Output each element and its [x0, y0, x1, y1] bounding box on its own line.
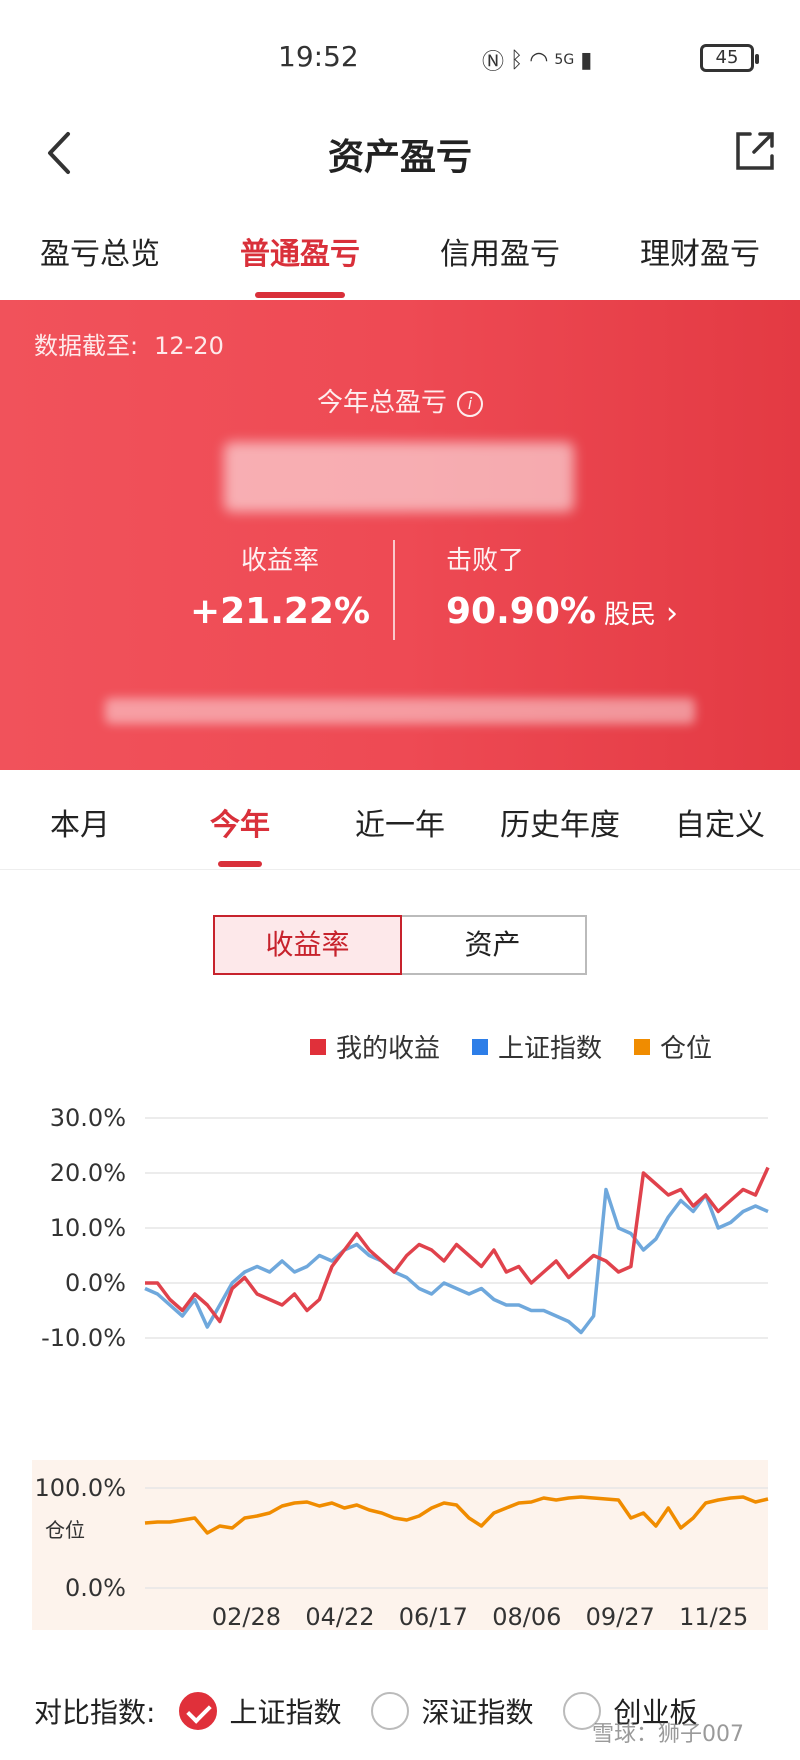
- blurred-info-line: [105, 698, 695, 724]
- tab-this-year[interactable]: 今年: [160, 770, 320, 869]
- chart-area: 30.0% 20.0% 10.0% 0.0% -10.0% 100.0% 0.0% 仓位 02/…: [0, 1100, 800, 1640]
- nav-bar: 资产盈亏: [0, 110, 800, 200]
- check-icon: [179, 1692, 218, 1730]
- series-line-my-return: [145, 1166, 770, 1324]
- y-tick-label: 20.0%: [50, 1159, 126, 1187]
- legend-swatch-blue: [472, 1038, 489, 1055]
- tab-month[interactable]: 本月: [0, 770, 160, 869]
- total-pl-blurred: [224, 442, 574, 512]
- y-tick-label: 10.0%: [50, 1214, 126, 1242]
- signal-icon: ▮: [580, 47, 593, 73]
- x-tick-label: 06/17: [399, 1603, 468, 1631]
- chevron-right-icon: ›: [665, 596, 678, 631]
- x-tick-label: 08/06: [492, 1603, 561, 1631]
- legend-my-return: 我的收益: [310, 1028, 440, 1065]
- legend-label: 仓位: [660, 1034, 713, 1064]
- legend-swatch-orange: [634, 1038, 651, 1055]
- period-tabs: 本月 今年 近一年 历史年度 自定义: [0, 770, 800, 870]
- series-line-index: [144, 1187, 769, 1335]
- return-value: +21.22%: [189, 591, 371, 632]
- summary-banner: 数据截至: 12-20 今年总盈亏 i 收益率 +21.22% 击败了 90.90%…: [0, 300, 800, 770]
- y-tick-label: -10.0%: [41, 1324, 126, 1352]
- radio-circle-icon: [371, 1692, 410, 1730]
- year-total-label: 今年总盈亏 i: [0, 382, 800, 419]
- beat-label: 击败了: [446, 546, 525, 576]
- toggle-return-button[interactable]: 收益率: [213, 915, 402, 975]
- nfc-icon: Ⓝ: [482, 50, 505, 75]
- y-tick-label: 0.0%: [65, 1574, 126, 1602]
- tab-overview[interactable]: 盈亏总览: [0, 205, 200, 300]
- wifi-icon: ◠: [529, 47, 549, 73]
- radio-label: 上证指数: [229, 1696, 342, 1729]
- toggle-asset-button[interactable]: 资产: [400, 917, 585, 973]
- tab-wealth[interactable]: 理财盈亏: [600, 205, 800, 300]
- beat-value-row: 90.90% 股民 ›: [446, 591, 710, 632]
- return-stat: 收益率 +21.22%: [130, 540, 430, 632]
- tab-last-year[interactable]: 近一年: [320, 770, 480, 869]
- legend-label: 上证指数: [498, 1034, 603, 1064]
- status-bar: 19:52 Ⓝ ᛒ ◠ 5G ▮ 45: [0, 0, 800, 110]
- data-date: 数据截至: 12-20: [34, 326, 224, 361]
- bluetooth-icon: ᛒ: [510, 47, 524, 73]
- x-tick-label: 02/28: [212, 1603, 281, 1631]
- tab-history[interactable]: 历史年度: [480, 770, 640, 869]
- radio-shanghai[interactable]: 上证指数: [179, 1691, 341, 1731]
- stat-divider: [393, 540, 395, 640]
- radio-label: 深证指数: [421, 1696, 534, 1729]
- chart-mode-toggle: 收益率 资产: [213, 915, 587, 975]
- legend-position: 仓位: [634, 1028, 712, 1065]
- signal-label: 5G: [554, 52, 575, 68]
- radio-shenzhen[interactable]: 深证指数: [371, 1691, 533, 1731]
- x-tick-label: 11/25: [679, 1603, 748, 1631]
- share-icon[interactable]: [732, 128, 778, 174]
- battery-indicator: 45: [700, 44, 759, 72]
- year-total-text: 今年总盈亏: [316, 388, 447, 418]
- data-date-value: 12-20: [154, 332, 224, 360]
- status-icons: Ⓝ ᛒ ◠ 5G ▮: [482, 44, 592, 76]
- status-time: 19:52: [278, 40, 359, 73]
- return-label: 收益率: [240, 546, 319, 576]
- page-title: 资产盈亏: [327, 137, 472, 178]
- chart-legend: 我的收益 上证指数 仓位: [310, 1028, 712, 1065]
- beat-suffix: 股民: [603, 600, 656, 630]
- watermark: 雪球：狮子007: [592, 1722, 744, 1747]
- info-icon[interactable]: i: [457, 391, 483, 417]
- tab-credit[interactable]: 信用盈亏: [400, 205, 600, 300]
- top-tabs: 盈亏总览 普通盈亏 信用盈亏 理财盈亏: [0, 205, 800, 300]
- tab-custom[interactable]: 自定义: [640, 770, 800, 869]
- legend-swatch-red: [310, 1038, 326, 1055]
- legend-index: 上证指数: [472, 1028, 602, 1065]
- tab-normal[interactable]: 普通盈亏: [200, 205, 400, 300]
- data-date-label: 数据截至:: [34, 332, 139, 360]
- beat-value: 90.90%: [446, 591, 596, 632]
- beat-stat[interactable]: 击败了 90.90% 股民 ›: [410, 540, 710, 632]
- legend-label: 我的收益: [336, 1034, 441, 1064]
- return-chart[interactable]: 30.0% 20.0% 10.0% 0.0% -10.0% 100.0% 0.0% 仓位 02/…: [0, 1100, 800, 1640]
- y-tick-label: 30.0%: [50, 1104, 126, 1132]
- y-axis-label: 仓位: [45, 1518, 85, 1542]
- x-tick-label: 04/22: [305, 1603, 374, 1631]
- compare-label: 对比指数:: [34, 1696, 156, 1729]
- x-tick-label: 09/27: [586, 1603, 655, 1631]
- y-tick-label: 0.0%: [65, 1269, 126, 1297]
- y-tick-label: 100.0%: [34, 1474, 126, 1502]
